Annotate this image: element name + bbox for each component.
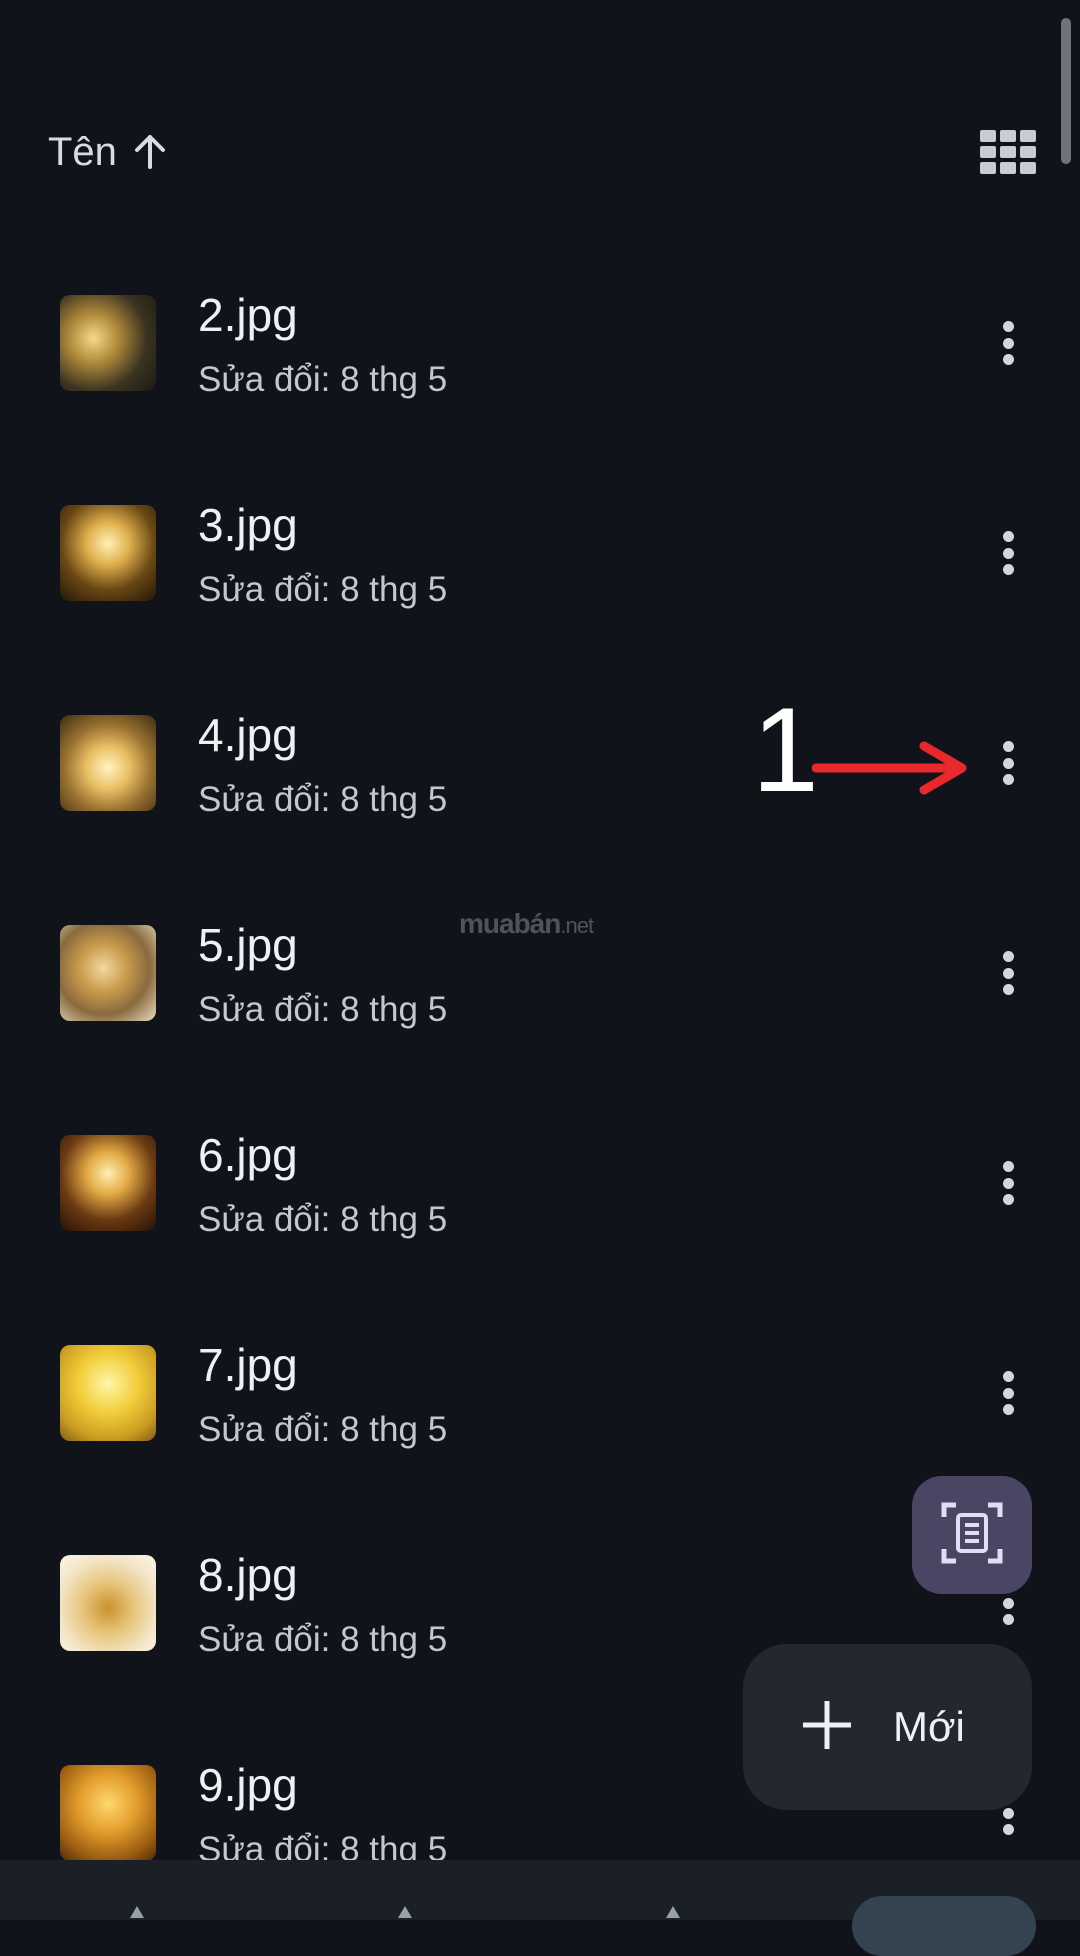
file-item[interactable]: 2.jpg Sửa đổi: 8 thg 5	[0, 240, 1080, 450]
document-scan-icon	[940, 1501, 1004, 1570]
file-item[interactable]: 3.jpg Sửa đổi: 8 thg 5	[0, 450, 1080, 660]
file-thumbnail	[60, 505, 156, 601]
file-name: 9.jpg	[198, 1759, 298, 1811]
scan-document-button[interactable]	[912, 1476, 1032, 1594]
file-item[interactable]: 7.jpg Sửa đổi: 8 thg 5	[0, 1290, 1080, 1500]
plus-icon	[801, 1699, 853, 1756]
file-thumbnail	[60, 1345, 156, 1441]
file-modified: Sửa đổi: 8 thg 5	[198, 1620, 448, 1659]
file-modified: Sửa đổi: 8 thg 5	[198, 1200, 448, 1239]
file-thumbnail	[60, 925, 156, 1021]
file-name: 5.jpg	[198, 919, 298, 971]
sort-by-name-button[interactable]: Tên	[48, 120, 167, 184]
sort-label: Tên	[48, 129, 117, 174]
watermark-suffix: .net	[560, 913, 594, 938]
file-name: 7.jpg	[198, 1339, 298, 1391]
grid-view-icon[interactable]	[980, 130, 1036, 174]
new-button-label: Mới	[893, 1703, 965, 1750]
file-item[interactable]: 6.jpg Sửa đổi: 8 thg 5	[0, 1080, 1080, 1290]
more-options-icon[interactable]	[984, 525, 1032, 581]
file-modified: Sửa đổi: 8 thg 5	[198, 1410, 448, 1449]
watermark-main: muabán	[459, 908, 561, 939]
file-thumbnail	[60, 1135, 156, 1231]
file-modified: Sửa đổi: 8 thg 5	[198, 780, 448, 819]
more-options-icon[interactable]	[984, 1155, 1032, 1211]
file-thumbnail	[60, 715, 156, 811]
nav-files-active[interactable]	[852, 1896, 1036, 1956]
scrollbar-thumb[interactable]	[1061, 18, 1071, 164]
file-thumbnail	[60, 1555, 156, 1651]
file-item[interactable]: 5.jpg Sửa đổi: 8 thg 5	[0, 870, 1080, 1080]
file-thumbnail	[60, 295, 156, 391]
file-name: 6.jpg	[198, 1129, 298, 1181]
more-options-icon[interactable]	[984, 1365, 1032, 1421]
file-name: 4.jpg	[198, 709, 298, 761]
new-button[interactable]: Mới	[743, 1644, 1032, 1810]
annotation-number: 1	[752, 683, 819, 817]
more-options-icon[interactable]	[984, 735, 1032, 791]
annotation-arrow-icon	[811, 738, 972, 803]
more-options-icon[interactable]	[984, 945, 1032, 1001]
file-thumbnail	[60, 1765, 156, 1861]
file-name: 3.jpg	[198, 499, 298, 551]
file-modified: Sửa đổi: 8 thg 5	[198, 990, 448, 1029]
file-name: 8.jpg	[198, 1549, 298, 1601]
file-modified: Sửa đổi: 8 thg 5	[198, 360, 448, 399]
arrow-up-icon	[133, 133, 167, 171]
file-name: 2.jpg	[198, 289, 298, 341]
more-options-icon[interactable]	[984, 315, 1032, 371]
watermark: muabán.net	[459, 908, 594, 940]
file-modified: Sửa đổi: 8 thg 5	[198, 570, 448, 609]
